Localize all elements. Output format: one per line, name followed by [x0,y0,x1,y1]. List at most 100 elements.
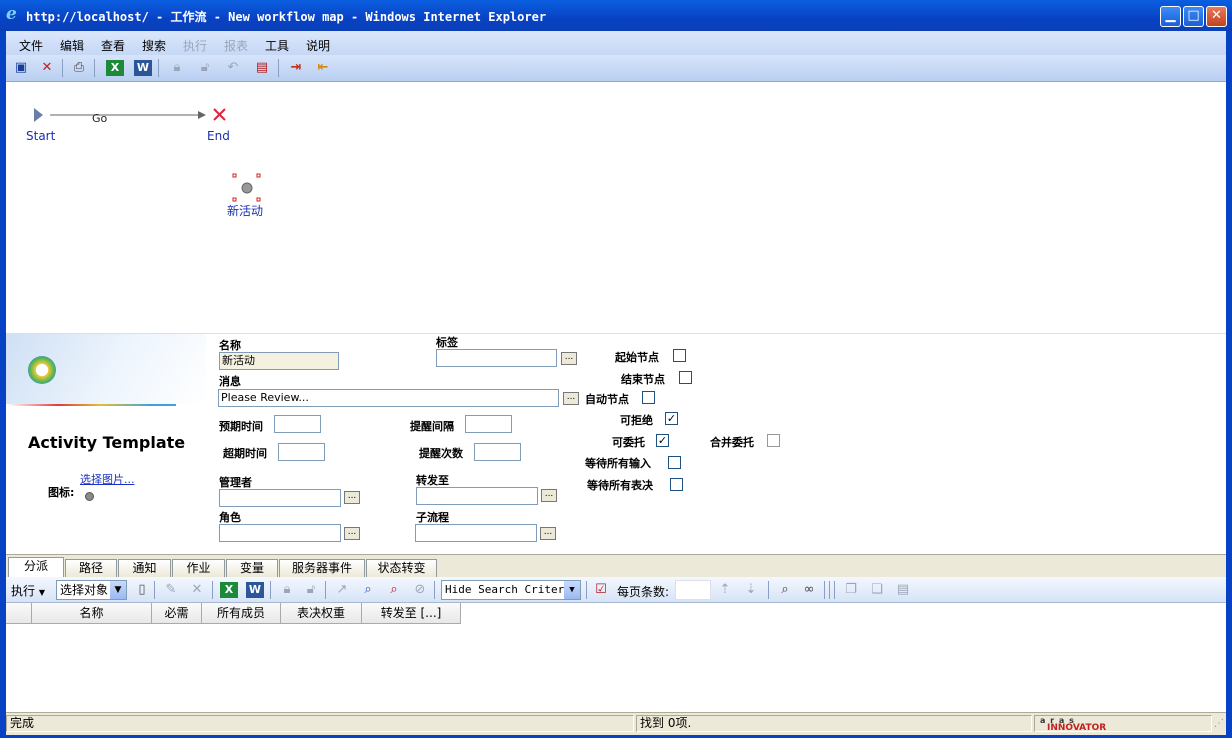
tab-notifications[interactable]: 通知 [118,559,171,577]
manager-label: 管理者 [219,476,252,489]
forward-to-field[interactable] [416,487,538,505]
selection-handle[interactable] [232,197,237,202]
column-header-all-members[interactable]: 所有成员 [202,603,281,623]
column-header-name[interactable]: 名称 [32,603,152,623]
menu-tools[interactable]: 工具 [265,37,289,54]
checklist-icon[interactable]: ☑ [592,581,610,599]
name-label: 名称 [219,339,241,352]
end-node-label[interactable]: End [207,129,230,143]
word-icon[interactable]: W [246,582,264,598]
role-field[interactable] [219,524,341,542]
ie-logo-icon: e [6,4,17,24]
save-icon[interactable]: ▣ [12,59,30,77]
select-target-value: 选择对象 [60,583,109,597]
maximize-button[interactable]: □ [1183,6,1204,27]
minimize-button[interactable]: ▁ [1160,6,1181,27]
close-doc-icon[interactable]: ✕ [38,59,56,77]
name-field[interactable]: 新活动 [219,352,339,370]
subflow-browse-button[interactable]: ... [540,527,556,540]
column-header-forward-to[interactable]: 转发至 [...] [362,603,461,623]
manager-field[interactable] [219,489,341,507]
column-header-vote-weight[interactable]: 表决权重 [281,603,362,623]
unlock-icon: 🔓︎ [200,60,210,75]
message-browse-button[interactable]: ... [563,392,579,405]
tab-variables[interactable]: 变量 [226,559,278,577]
menu-search[interactable]: 搜索 [142,37,166,54]
per-page-label: 每页条数: [617,585,670,599]
workflow-diagram [34,108,261,202]
search-icon[interactable]: ⌕ [359,581,377,599]
execute-label: 执行 [11,584,36,598]
column-header-required[interactable]: 必需 [152,603,202,623]
choose-image-link[interactable]: 选择图片... [80,471,135,487]
expected-time-field[interactable] [274,415,321,433]
grid-body[interactable] [6,624,1226,711]
path-label[interactable]: Go [92,112,107,125]
tab-tasks[interactable]: 作业 [172,559,225,577]
tab-assignments[interactable]: 分派 [8,557,64,578]
reminder-interval-field[interactable] [465,415,512,433]
template-title: Activity Template [28,433,186,452]
tab-paths[interactable]: 路径 [65,559,117,577]
menu-file[interactable]: 文件 [19,37,43,54]
overdue-time-field[interactable] [278,443,325,461]
can-reject-checkbox[interactable]: ✓ [665,412,678,425]
excel-icon[interactable]: X [106,60,124,76]
message-field[interactable]: Please Review... [218,389,559,407]
execute-menu-button[interactable]: 执行 ▼ [11,582,45,599]
wait-all-votes-checkbox[interactable] [670,478,683,491]
login-icon[interactable]: ⇥ [287,59,305,77]
forward-to-browse-button[interactable]: ... [541,489,557,502]
selection-handle[interactable] [256,173,261,178]
clear-search-icon[interactable]: ⌕ [385,581,403,599]
tag-field[interactable] [436,349,557,367]
chevron-down-icon: ▼ [110,581,126,599]
reminder-count-field[interactable] [474,443,521,461]
tab-server-events[interactable]: 服务器事件 [279,559,365,577]
copy-icon: ❐ [845,582,857,597]
toolbar-separator [212,581,213,599]
start-node-checkbox[interactable] [673,349,686,362]
start-node-icon[interactable] [34,108,43,122]
preview-icon[interactable]: ⌕ [776,581,794,599]
auto-node-checkbox[interactable] [642,391,655,404]
role-browse-button[interactable]: ... [344,527,360,540]
link-icon[interactable]: ∞ [800,581,818,599]
title-bar: e http://localhost/ - 工作流 - New workflow… [0,0,1232,31]
toolbar-separator [325,581,326,599]
column-header-select[interactable] [6,603,32,623]
toolbar-separator [278,59,279,77]
activity-node-icon[interactable] [241,182,253,194]
menu-edit[interactable]: 编辑 [60,37,84,54]
end-node-checkbox[interactable] [679,371,692,384]
tab-state-transitions[interactable]: 状态转变 [366,559,437,577]
exit-icon[interactable]: ⇤ [314,59,332,77]
toolbar-separator [829,581,830,599]
tag-browse-button[interactable]: ... [561,352,577,365]
wait-all-inputs-checkbox[interactable] [668,456,681,469]
toolbar-separator [834,581,835,599]
start-node-label[interactable]: Start [26,129,55,143]
excel-icon[interactable]: X [220,582,238,598]
workflow-canvas[interactable]: Start Go End 新活动 [6,82,1226,333]
resize-grip-icon[interactable]: ⋰ [1214,717,1226,731]
new-item-icon[interactable]: ▯ [133,581,151,599]
per-page-field[interactable] [675,580,711,600]
auto-node-label: 自动节点 [585,393,629,406]
menu-help[interactable]: 说明 [306,37,330,54]
search-mode-dropdown[interactable]: Hide Search Criteria ▼ [441,580,581,600]
activity-node-label[interactable]: 新活动 [227,202,263,219]
end-node-label: 结束节点 [621,373,665,386]
print-icon[interactable]: ⎙ [70,59,88,77]
selection-handle[interactable] [232,173,237,178]
can-delegate-checkbox[interactable]: ✓ [656,434,669,447]
manager-browse-button[interactable]: ... [344,491,360,504]
menu-view[interactable]: 查看 [101,37,125,54]
select-target-dropdown[interactable]: 选择对象 ▼ [56,580,127,600]
export-icon[interactable]: ▤ [253,59,271,77]
word-icon[interactable]: W [134,60,152,76]
merge-delegate-checkbox [767,434,780,447]
subflow-field[interactable] [415,524,537,542]
close-button[interactable]: ✕ [1206,6,1227,27]
selection-handle[interactable] [256,197,261,202]
